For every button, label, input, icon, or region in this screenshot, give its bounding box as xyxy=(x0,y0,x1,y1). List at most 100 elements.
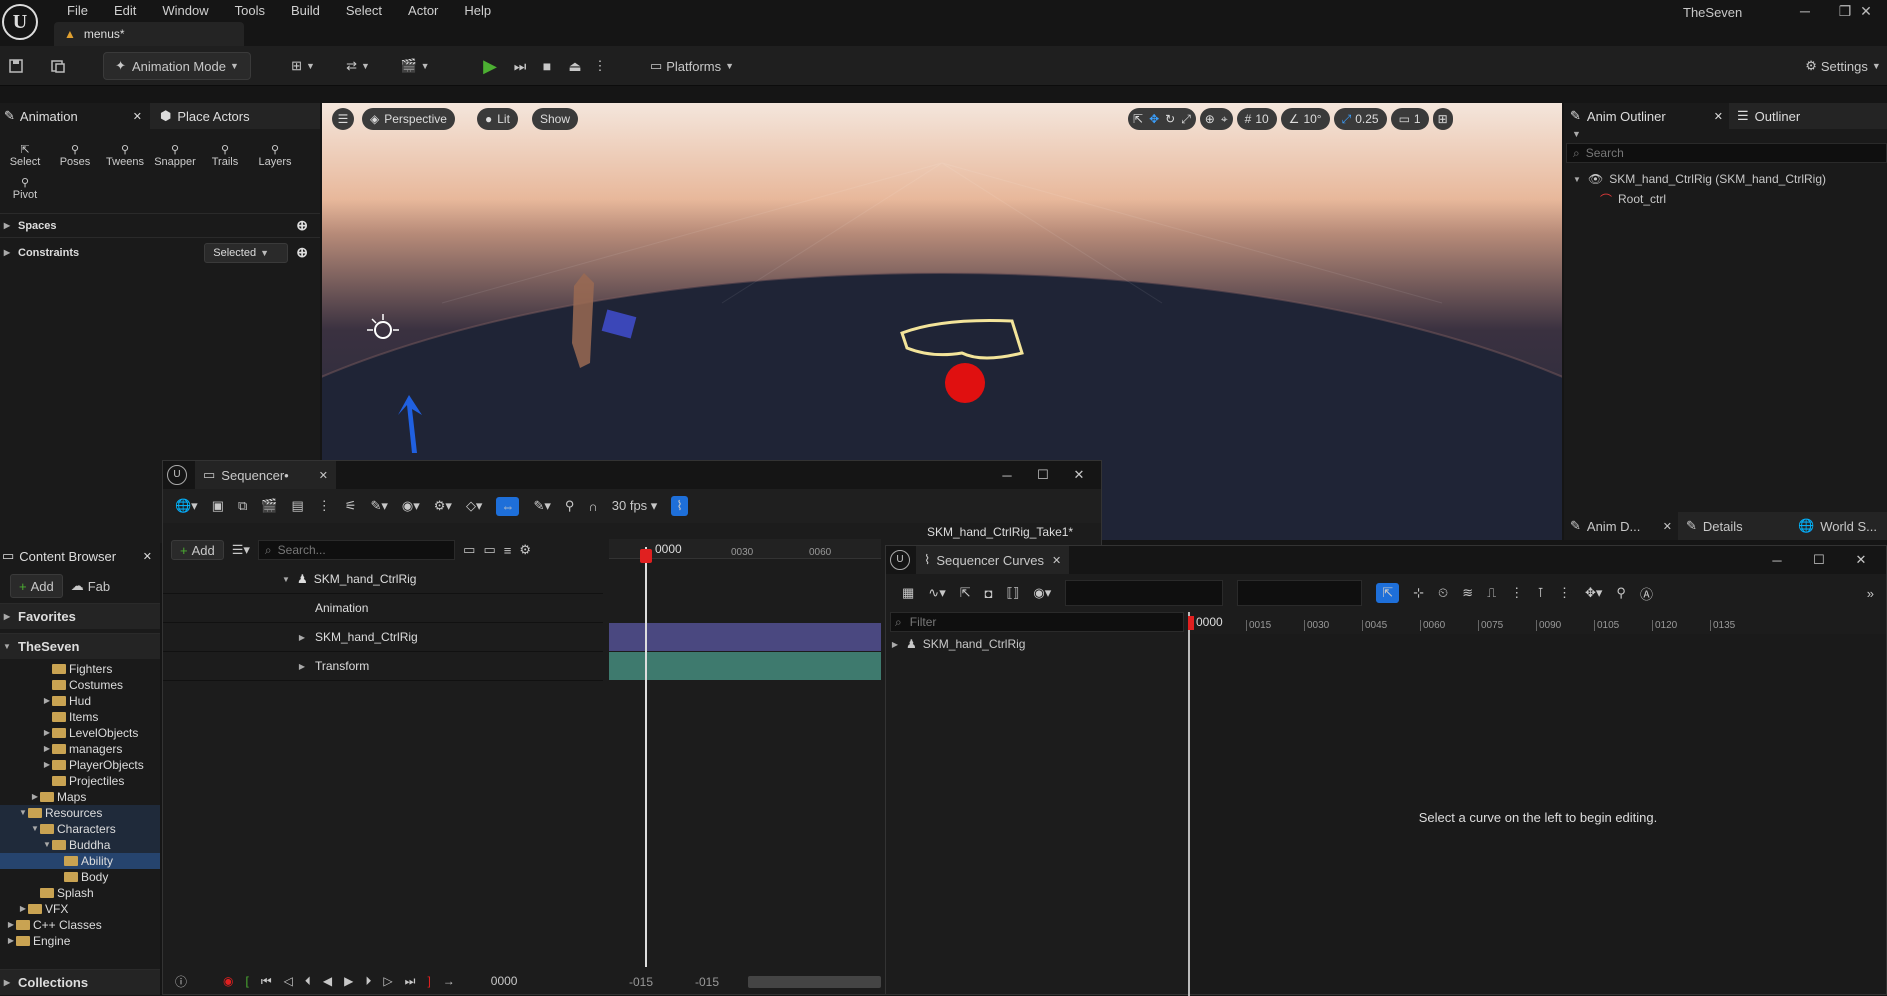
view-options-icon[interactable]: ◉▾ xyxy=(402,498,420,514)
menu-file[interactable]: File xyxy=(54,0,101,22)
menu-actor[interactable]: Actor xyxy=(395,0,451,22)
tab-details[interactable]: ✎ Details xyxy=(1678,518,1790,534)
add-actor-icon[interactable]: ⊞ ▼ xyxy=(285,52,321,80)
collapse-arrow-icon[interactable]: ▼ xyxy=(281,575,291,584)
play-icon[interactable]: ▶ xyxy=(478,52,502,80)
tree-arrow-icon[interactable]: ▶ xyxy=(30,789,40,805)
expand-arrow-icon[interactable]: ▶ xyxy=(297,633,307,642)
move-icon[interactable]: ✥▾ xyxy=(1585,585,1602,601)
menu-select[interactable]: Select xyxy=(333,0,395,22)
close-tab-icon[interactable]: ✕ xyxy=(133,110,142,123)
folder-item[interactable]: ▼ Buddha xyxy=(0,837,160,853)
more-options-icon[interactable]: ⋮ xyxy=(592,52,608,80)
tool-trails[interactable]: ⚲ Trails xyxy=(200,143,250,168)
tangent-icon[interactable]: ⎍ xyxy=(1487,585,1496,601)
playhead-handle[interactable] xyxy=(640,549,652,563)
range-start[interactable]: -015 xyxy=(629,975,653,989)
record-icon[interactable]: ◉ xyxy=(223,974,233,988)
collapse-all-icon[interactable]: ▭ xyxy=(463,542,475,558)
view-range-start[interactable]: -015 xyxy=(695,975,719,989)
folder-item[interactable]: ▶ managers xyxy=(0,741,160,757)
magnet-icon[interactable]: ∩ xyxy=(588,499,597,514)
blueprint-icon[interactable]: ⇄ ▼ xyxy=(340,52,376,80)
fps-dropdown[interactable]: 30 fps ▾ xyxy=(612,498,658,514)
close-tab-icon[interactable]: ✕ xyxy=(1663,520,1672,533)
spaces-section[interactable]: ▶ Spaces ⊕ xyxy=(0,213,320,237)
close-tab-icon[interactable]: ✕ xyxy=(143,550,152,563)
jump-end-icon[interactable]: ⏭ xyxy=(405,974,416,989)
view-icon[interactable]: ◉▾ xyxy=(1033,585,1051,601)
tree-arrow-icon[interactable]: ▼ xyxy=(42,837,52,853)
close-tab-icon[interactable]: ✕ xyxy=(319,469,328,482)
tab-outliner[interactable]: ☰ Outliner xyxy=(1729,108,1800,124)
eject-icon[interactable]: ⏏ xyxy=(563,52,587,80)
key-options-icon[interactable]: ✎▾ xyxy=(370,498,387,514)
stop-icon[interactable]: ■ xyxy=(535,52,559,80)
key-time-input[interactable] xyxy=(1065,580,1224,606)
viewport-menu-icon[interactable]: ☰ xyxy=(332,108,354,130)
maximize-icon[interactable]: ☐ xyxy=(1025,467,1061,483)
globe-icon[interactable]: ⊕ xyxy=(1205,112,1215,126)
folder-item[interactable]: ▶ LevelObjects xyxy=(0,725,160,741)
fit-icon[interactable]: ⟦⟧ xyxy=(1006,585,1019,601)
settings-button[interactable]: ⚙ Settings ▼ xyxy=(1800,52,1886,80)
expand-all-icon[interactable]: ▭ xyxy=(483,542,495,558)
unreal-logo-icon[interactable]: U xyxy=(2,4,38,40)
tab-animation[interactable]: ✎ Animation ✕ xyxy=(0,103,150,129)
snap-icon[interactable]: ⇔ xyxy=(496,496,520,516)
grid-snap-button[interactable]: #10 xyxy=(1236,108,1277,130)
menu-build[interactable]: Build xyxy=(278,0,333,22)
tool-layers[interactable]: ⚲ Layers xyxy=(250,143,300,168)
tree-arrow-icon[interactable]: ▶ xyxy=(6,917,16,933)
collections-section[interactable]: ▶ Collections xyxy=(0,969,160,995)
lattice-tool-icon[interactable]: ≋ xyxy=(1462,585,1473,601)
track-row[interactable]: ▶ Transform xyxy=(163,652,603,681)
move-icon[interactable]: ✥ xyxy=(1149,112,1159,126)
level-tab[interactable]: ▲ menus* xyxy=(54,22,244,46)
text-icon[interactable]: Ⓐ xyxy=(1640,584,1653,603)
transform-section-bar[interactable] xyxy=(609,652,881,680)
close-icon[interactable]: ✕ xyxy=(1061,467,1097,483)
tree-arrow-icon[interactable]: ▼ xyxy=(30,821,40,837)
visibility-eye-icon[interactable]: 👁 xyxy=(1588,172,1603,186)
tab-anim-details[interactable]: ✎ Anim D... ✕ xyxy=(1564,512,1678,540)
expand-arrow-icon[interactable]: ▶ xyxy=(890,640,900,649)
folder-item[interactable]: ▶ VFX xyxy=(0,901,160,917)
key-interp-icon[interactable]: ◇▾ xyxy=(466,498,483,514)
tool-pivot[interactable]: ⚲ Pivot xyxy=(0,176,50,201)
curves-tab[interactable]: ⌇ Sequencer Curves ✕ xyxy=(916,546,1070,574)
jump-start-icon[interactable]: ⏮ xyxy=(261,974,272,989)
tool-poses[interactable]: ⚲ Poses xyxy=(50,143,100,168)
folder-item[interactable]: ▶ Engine xyxy=(0,933,160,949)
minimize-icon[interactable]: ─ xyxy=(989,468,1025,483)
curve-tree-icon[interactable]: ▦ xyxy=(902,585,914,601)
playback-options-icon[interactable]: ⚟ xyxy=(345,498,357,514)
tab-place-actors[interactable]: ⬢ Place Actors xyxy=(150,108,250,124)
tree-arrow-icon[interactable]: ▶ xyxy=(18,901,28,917)
close-tab-icon[interactable]: ✕ xyxy=(1052,554,1061,567)
outliner-row-root-ctrl[interactable]: ⌒ Root_ctrl xyxy=(1564,189,1887,209)
curve-editor-icon[interactable]: ⌇ xyxy=(671,496,688,516)
filter-icon[interactable]: ⚲ xyxy=(1616,585,1626,601)
tool-snapper[interactable]: ⚲ Snapper xyxy=(150,143,200,168)
surface-snap-icon[interactable]: ⌖ xyxy=(1221,112,1228,127)
prev-frame-icon[interactable]: ⏴ xyxy=(305,974,311,989)
folder-item[interactable]: Projectiles xyxy=(0,773,160,789)
track-row[interactable]: ▶ SKM_hand_CtrlRig xyxy=(163,623,603,652)
auto-key-icon[interactable]: ⚙▾ xyxy=(434,498,452,514)
sequencer-tab[interactable]: ▭ Sequencer• ✕ xyxy=(195,461,336,489)
tree-arrow-icon[interactable]: ▶ xyxy=(6,933,16,949)
frame-selection-icon[interactable]: ⇱ xyxy=(960,585,971,601)
camera-cut-icon[interactable]: ▤ xyxy=(292,498,304,514)
layout-icon[interactable]: ⊞ xyxy=(1432,108,1453,130)
next-key-icon[interactable]: ▷ xyxy=(383,974,392,988)
platforms-button[interactable]: ▭ Platforms ▼ xyxy=(644,52,740,80)
tool-select[interactable]: ⇱ Select xyxy=(0,143,50,168)
collapse-arrow-icon[interactable]: ▼ xyxy=(1572,175,1582,184)
show-button[interactable]: Show xyxy=(532,108,579,130)
key-value-input[interactable] xyxy=(1237,580,1363,606)
add-button[interactable]: + Add xyxy=(10,574,63,598)
next-frame-icon[interactable]: ⏵ xyxy=(365,974,371,989)
folder-item[interactable]: Fighters xyxy=(0,661,160,677)
tree-arrow-icon[interactable]: ▶ xyxy=(42,757,52,773)
